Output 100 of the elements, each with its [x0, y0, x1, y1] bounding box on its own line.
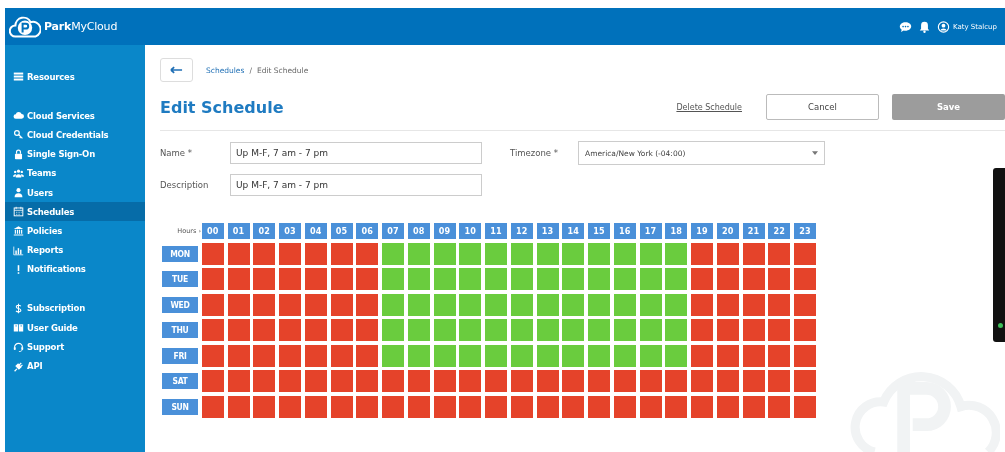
schedule-slot[interactable] — [253, 268, 276, 290]
sidebar-item[interactable]: Users — [5, 182, 145, 203]
schedule-slot[interactable] — [330, 395, 353, 418]
day-header[interactable]: SUN — [162, 398, 198, 415]
hour-header[interactable]: 18 — [665, 223, 688, 239]
schedule-slot[interactable] — [253, 344, 276, 367]
hour-header[interactable]: 13 — [536, 223, 559, 239]
schedule-slot[interactable] — [639, 370, 662, 392]
schedule-slot[interactable] — [716, 319, 739, 341]
name-field[interactable]: Up M-F, 7 am - 7 pm — [230, 142, 482, 164]
schedule-slot[interactable] — [356, 242, 379, 265]
hour-header[interactable]: 15 — [588, 223, 610, 239]
schedule-slot[interactable] — [279, 242, 301, 265]
schedule-slot[interactable] — [330, 344, 353, 367]
hour-header[interactable]: 03 — [279, 223, 301, 239]
schedule-slot[interactable] — [613, 395, 636, 418]
schedule-slot[interactable] — [691, 344, 713, 367]
schedule-slot[interactable] — [201, 395, 224, 418]
delete-link[interactable]: Delete Schedule — [676, 102, 742, 112]
schedule-slot[interactable] — [459, 370, 482, 392]
hour-header[interactable]: 23 — [794, 223, 816, 239]
schedule-slot[interactable] — [304, 319, 327, 341]
schedule-slot[interactable] — [742, 370, 765, 392]
schedule-slot[interactable] — [304, 370, 327, 392]
schedule-slot[interactable] — [794, 293, 816, 316]
sidebar-item[interactable]: Cloud Credentials — [5, 125, 145, 145]
hour-header[interactable]: 16 — [613, 223, 636, 239]
schedule-slot[interactable] — [794, 242, 816, 265]
schedule-slot[interactable] — [201, 268, 224, 290]
schedule-slot[interactable] — [227, 242, 250, 265]
day-header[interactable]: THU — [162, 322, 198, 338]
description-field[interactable]: Up M-F, 7 am - 7 pm — [230, 174, 482, 196]
notifications-button[interactable] — [917, 20, 931, 33]
schedule-slot[interactable] — [356, 395, 379, 418]
schedule-slot[interactable] — [201, 242, 224, 265]
schedule-slot[interactable] — [768, 344, 791, 367]
back-button[interactable] — [160, 58, 193, 82]
schedule-slot[interactable] — [356, 370, 379, 392]
schedule-slot[interactable] — [716, 242, 739, 265]
sidebar-item[interactable]: User Guide — [5, 318, 145, 338]
schedule-slot[interactable] — [691, 395, 713, 418]
hour-header[interactable]: 09 — [433, 223, 456, 239]
sidebar-item[interactable]: Teams — [5, 163, 145, 183]
schedule-slot[interactable] — [691, 293, 713, 316]
schedule-slot[interactable] — [768, 242, 791, 265]
hour-header[interactable]: 21 — [742, 223, 765, 239]
sidebar-item[interactable]: Cloud Services — [5, 106, 145, 126]
chat-button[interactable] — [898, 20, 912, 33]
sidebar-item[interactable]: Support — [5, 337, 145, 357]
schedule-slot[interactable] — [227, 344, 250, 367]
schedule-slot[interactable] — [768, 268, 791, 290]
schedule-slot[interactable] — [330, 268, 353, 290]
schedule-slot[interactable] — [562, 370, 585, 392]
schedule-slot[interactable] — [716, 268, 739, 290]
schedule-slot[interactable] — [227, 293, 250, 316]
schedule-slot[interactable] — [562, 395, 585, 418]
schedule-slot[interactable] — [794, 395, 816, 418]
schedule-slot[interactable] — [304, 395, 327, 418]
sidebar-item[interactable]: API — [5, 356, 145, 376]
day-header[interactable]: TUE — [162, 271, 198, 287]
schedule-slot[interactable] — [356, 319, 379, 341]
hour-header[interactable]: 02 — [253, 223, 276, 239]
schedule-slot[interactable] — [742, 242, 765, 265]
sidebar-item[interactable]: Notifications — [5, 259, 145, 279]
schedule-slot[interactable] — [742, 395, 765, 418]
schedule-slot[interactable] — [691, 242, 713, 265]
schedule-slot[interactable] — [356, 344, 379, 367]
sidebar-item[interactable]: Resources — [5, 67, 145, 87]
schedule-slot[interactable] — [304, 293, 327, 316]
cancel-button[interactable]: Cancel — [766, 94, 879, 120]
hour-header[interactable]: 19 — [691, 223, 713, 239]
schedule-slot[interactable] — [253, 319, 276, 341]
schedule-slot[interactable] — [279, 293, 301, 316]
schedule-slot[interactable] — [716, 395, 739, 418]
hour-header[interactable]: 20 — [716, 223, 739, 239]
schedule-slot[interactable] — [356, 268, 379, 290]
schedule-slot[interactable] — [330, 293, 353, 316]
schedule-slot[interactable] — [304, 344, 327, 367]
hour-header[interactable]: 01 — [227, 223, 250, 239]
schedule-slot[interactable] — [356, 293, 379, 316]
schedule-slot[interactable] — [716, 370, 739, 392]
schedule-slot[interactable] — [253, 395, 276, 418]
schedule-slot[interactable] — [330, 370, 353, 392]
hour-header[interactable]: 14 — [562, 223, 585, 239]
schedule-slot[interactable] — [794, 344, 816, 367]
schedule-slot[interactable] — [227, 319, 250, 341]
sidebar-item[interactable]: Subscription — [5, 298, 145, 319]
schedule-slot[interactable] — [665, 370, 688, 392]
schedule-slot[interactable] — [304, 268, 327, 290]
schedule-slot[interactable] — [742, 344, 765, 367]
hour-header[interactable]: 11 — [485, 223, 507, 239]
schedule-slot[interactable] — [742, 319, 765, 341]
day-header[interactable]: FRI — [162, 347, 198, 364]
schedule-slot[interactable] — [536, 395, 559, 418]
schedule-slot[interactable] — [407, 395, 430, 418]
schedule-slot[interactable] — [716, 293, 739, 316]
schedule-slot[interactable] — [253, 293, 276, 316]
schedule-slot[interactable] — [227, 395, 250, 418]
hour-header[interactable]: 04 — [304, 223, 327, 239]
schedule-slot[interactable] — [742, 293, 765, 316]
